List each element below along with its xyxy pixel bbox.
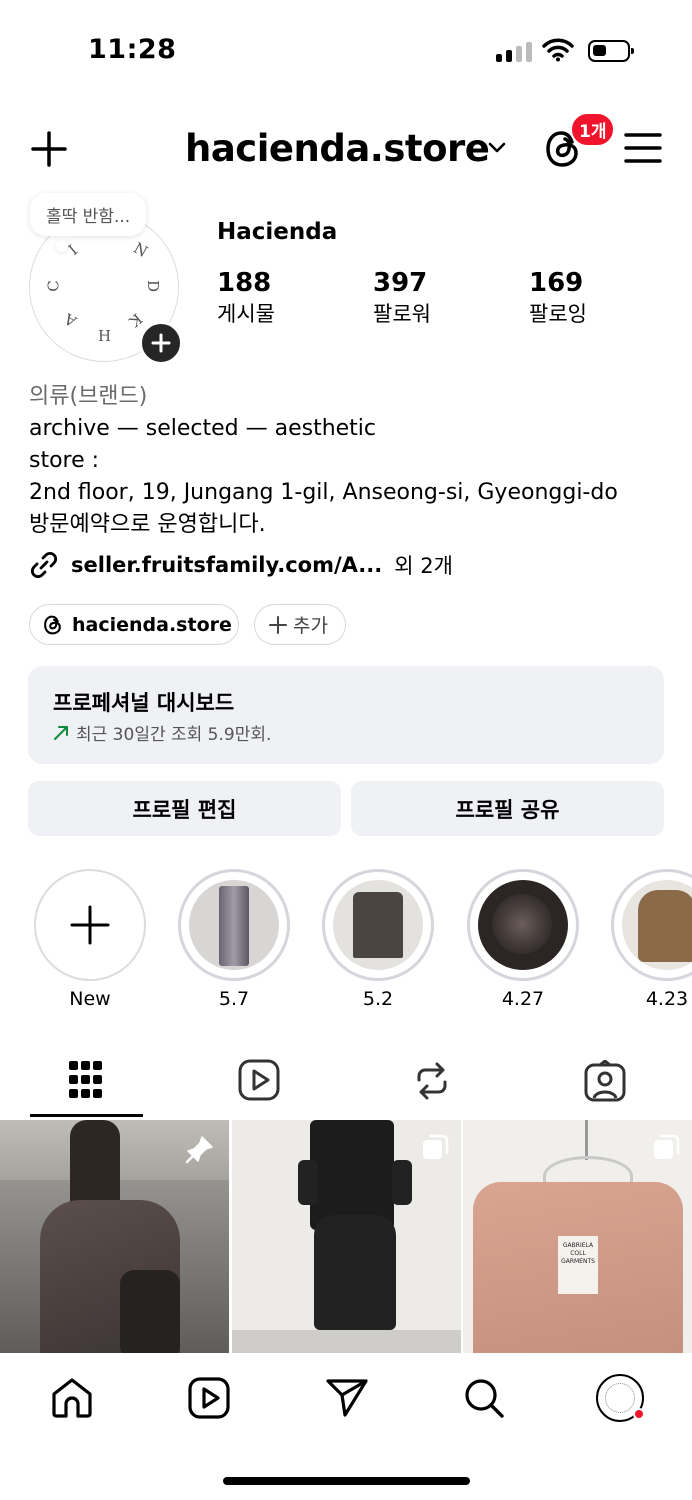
story-highlight[interactable] <box>178 869 290 981</box>
dashboard-subtitle: 최근 30일간 조회 5.9만회. <box>53 720 271 745</box>
plus-icon <box>269 615 287 634</box>
followers-stat[interactable]: 397 팔로워 <box>373 268 431 328</box>
plus-icon <box>151 333 171 353</box>
avatar-letter: H <box>98 327 112 345</box>
status-time: 11:28 <box>88 34 177 65</box>
cellular-signal-icon <box>496 40 532 62</box>
profile-category: 의류(브랜드) <box>29 384 148 409</box>
nav-search-icon[interactable] <box>462 1376 506 1420</box>
new-highlight-button[interactable] <box>34 869 146 981</box>
link-icon <box>30 551 58 579</box>
menu-hamburger-icon[interactable] <box>624 132 662 164</box>
highlight-cover-image <box>189 880 279 970</box>
highlight-label: New <box>69 988 111 1010</box>
profile-link-row[interactable]: seller.fruitsfamily.com/A... 외 2개 <box>29 550 453 580</box>
professional-dashboard-card[interactable]: 프로페셔널 대시보드 최근 30일간 조회 5.9만회. <box>28 666 664 764</box>
edit-profile-button[interactable]: 프로필 편집 <box>28 781 341 836</box>
following-label: 팔로잉 <box>529 302 587 326</box>
trend-up-icon <box>54 725 68 740</box>
nav-reels-icon[interactable] <box>188 1377 230 1419</box>
profile-name: Hacienda <box>217 219 338 245</box>
avatar-letter: C <box>44 280 63 292</box>
plus-icon <box>70 905 110 945</box>
story-highlight[interactable] <box>322 869 434 981</box>
avatar-letter: A <box>61 309 80 331</box>
profile-notification-dot <box>633 1408 645 1420</box>
highlight-cover-image <box>478 880 568 970</box>
bio-line: store : <box>29 448 100 473</box>
bio-line: archive — selected — aesthetic <box>29 416 377 441</box>
carousel-icon <box>654 1134 680 1159</box>
story-highlight[interactable] <box>467 869 579 981</box>
posts-count: 188 <box>217 268 272 298</box>
profile-link[interactable]: seller.fruitsfamily.com/A... <box>71 553 382 577</box>
highlight-label: 5.7 <box>218 988 250 1010</box>
garment-label-image: GABRIELA COLL GARMENTS <box>558 1236 598 1294</box>
tab-reposts-icon[interactable] <box>413 1060 451 1102</box>
account-username[interactable]: hacienda.store <box>185 127 490 170</box>
home-indicator <box>223 1477 470 1485</box>
avatar-letter: N <box>130 238 151 262</box>
highlight-label: 4.27 <box>501 988 545 1010</box>
bio-line: 방문예약으로 운영합니다. <box>29 512 266 537</box>
dashboard-title: 프로페셔널 대시보드 <box>53 691 235 715</box>
wifi-icon <box>542 38 574 62</box>
add-pill-button[interactable]: 추가 <box>254 604 346 645</box>
highlight-label: 5.2 <box>362 988 394 1010</box>
active-tab-indicator <box>30 1114 143 1117</box>
story-highlight[interactable] <box>611 869 692 981</box>
posts-label: 게시물 <box>217 302 275 326</box>
threads-icon <box>44 615 61 634</box>
create-plus-icon[interactable] <box>30 130 68 168</box>
highlight-label: 4.23 <box>645 988 689 1010</box>
chevron-down-icon[interactable] <box>487 141 507 155</box>
nav-profile-avatar[interactable] <box>596 1374 645 1422</box>
post-thumbnail[interactable]: GABRIELA COLL GARMENTS <box>463 1120 692 1353</box>
share-profile-button[interactable]: 프로필 공유 <box>351 781 664 836</box>
tab-grid-icon[interactable] <box>68 1060 104 1100</box>
posts-stat[interactable]: 188 게시물 <box>217 268 275 328</box>
pinned-icon <box>185 1136 213 1164</box>
dashboard-subtitle-text: 최근 30일간 조회 5.9만회. <box>76 725 272 745</box>
threads-profile-pill[interactable]: hacienda.store <box>29 604 239 645</box>
followers-label: 팔로워 <box>373 302 431 326</box>
notification-badge: 1개 <box>570 112 616 147</box>
threads-pill-label: hacienda.store <box>72 613 232 636</box>
highlight-cover-image <box>333 880 423 970</box>
note-bubble-tail <box>56 240 68 252</box>
carousel-icon <box>423 1134 449 1159</box>
avatar-letter: D <box>144 279 163 293</box>
following-count: 169 <box>529 268 584 298</box>
nav-home-icon[interactable] <box>50 1376 94 1420</box>
followers-count: 397 <box>373 268 428 298</box>
add-pill-label: 추가 <box>293 615 328 637</box>
tab-tagged-icon[interactable] <box>584 1060 626 1102</box>
add-story-button[interactable] <box>139 321 183 365</box>
post-thumbnail[interactable] <box>0 1120 229 1353</box>
post-thumbnail[interactable] <box>232 1120 461 1353</box>
battery-icon <box>588 40 634 62</box>
following-stat[interactable]: 169 팔로잉 <box>529 268 587 328</box>
nav-messages-icon[interactable] <box>325 1377 369 1419</box>
profile-note[interactable]: 홀딱 반함... <box>30 193 147 236</box>
tab-reels-icon[interactable] <box>238 1059 280 1101</box>
bio-line: 2nd floor, 19, Jungang 1-gil, Anseong-si… <box>29 480 618 505</box>
highlight-cover-image <box>622 880 692 970</box>
profile-link-more[interactable]: 외 2개 <box>394 550 453 580</box>
